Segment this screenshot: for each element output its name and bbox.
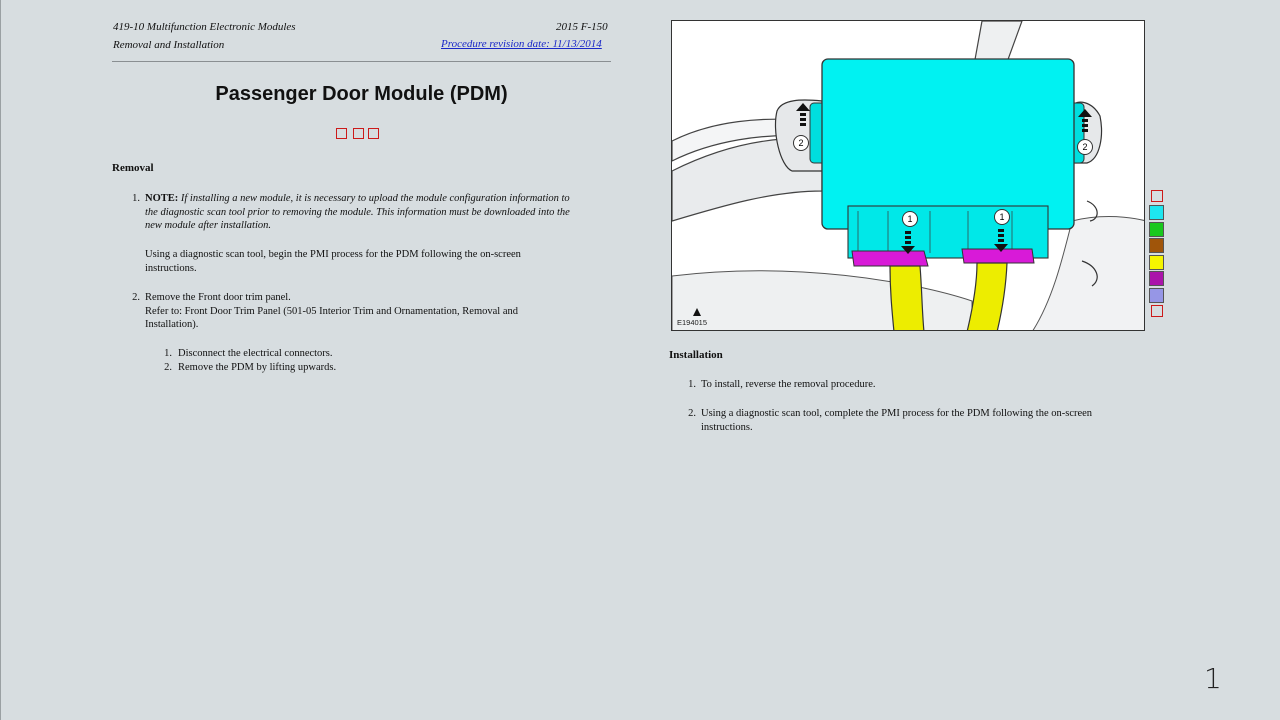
- manual-section: 419-10 Multifunction Electronic Modules: [113, 21, 296, 33]
- installation-heading: Installation: [669, 349, 723, 361]
- step-number: 1.: [688, 379, 696, 390]
- legend-box-empty: [1151, 304, 1163, 317]
- removal-step-1-text: Using a diagnostic scan tool, begin the …: [145, 248, 615, 275]
- callout-1a: 1: [907, 214, 912, 224]
- page-left-edge: [0, 0, 1, 720]
- missing-glyph-box: [353, 128, 364, 139]
- installation-step-2: Using a diagnostic scan tool, complete t…: [701, 407, 1151, 434]
- note-line-2: the diagnostic scan tool prior to removi…: [145, 206, 570, 218]
- step-number: 2.: [688, 408, 696, 419]
- substep-number: 2.: [164, 362, 172, 373]
- removal-heading: Removal: [112, 162, 154, 174]
- step-number: 1.: [132, 193, 140, 204]
- page-title: Passenger Door Module (PDM): [215, 83, 508, 105]
- note-label: NOTE:: [145, 193, 179, 204]
- callout-2b: 2: [1082, 142, 1087, 152]
- note-line-3: new module after installation.: [145, 220, 271, 232]
- step-text-line: Using a diagnostic scan tool, complete t…: [701, 408, 1093, 419]
- pdm-illustration: 1 1 2 2: [671, 20, 1145, 331]
- refer-line: Installation).: [145, 319, 199, 331]
- vehicle-label: 2015 F-150: [556, 21, 608, 33]
- note-text: If installing a new module, it is necess…: [180, 193, 570, 204]
- legend-swatch-green: [1149, 221, 1164, 237]
- refer-line: Refer to: Front Door Trim Panel (501-05 …: [145, 305, 518, 317]
- legend-box-empty: [1151, 190, 1163, 202]
- pdm-illustration-svg: 1 1 2 2: [672, 21, 1144, 330]
- callout-2a: 2: [798, 138, 803, 148]
- header-divider: [112, 61, 611, 62]
- legend-swatch-yellow: [1149, 254, 1164, 270]
- missing-glyph-box: [368, 128, 379, 139]
- step-number: 2.: [132, 292, 140, 303]
- missing-glyph-boxes: [336, 128, 379, 139]
- substep-text: Disconnect the electrical connectors.: [178, 348, 333, 359]
- callout-1b: 1: [999, 212, 1004, 222]
- note-line-1: NOTE: If installing a new module, it is …: [145, 192, 615, 206]
- removal-step-2: Remove the Front door trim panel. Refer …: [145, 291, 615, 332]
- installation-step-1: To install, reverse the removal procedur…: [701, 379, 876, 390]
- procedure-type: Removal and Installation: [113, 39, 225, 51]
- revision-date-link-text[interactable]: Procedure revision date: 11/13/2014: [441, 38, 602, 50]
- step-text-line: Remove the Front door trim panel.: [145, 292, 291, 303]
- revision-date-link[interactable]: Procedure revision date: 11/13/2014: [441, 38, 602, 50]
- step-text-line: instructions.: [145, 262, 197, 274]
- step-text-line: instructions.: [701, 421, 753, 433]
- legend-swatch-cyan: [1149, 205, 1164, 220]
- removal-step-1: NOTE: If installing a new module, it is …: [145, 192, 615, 233]
- step-text-line: Using a diagnostic scan tool, begin the …: [145, 249, 521, 260]
- legend-swatch-purple: [1149, 271, 1164, 286]
- substep-text: Remove the PDM by lifting upwards.: [178, 362, 337, 373]
- legend-swatch-brown: [1149, 238, 1164, 253]
- color-legend: [1149, 188, 1166, 320]
- missing-glyph-box: [336, 128, 347, 139]
- figure-id-label: E194015: [677, 318, 708, 327]
- substep-number: 1.: [164, 348, 172, 359]
- page-number: 1: [1204, 662, 1222, 695]
- legend-swatch-lavender: [1149, 287, 1164, 303]
